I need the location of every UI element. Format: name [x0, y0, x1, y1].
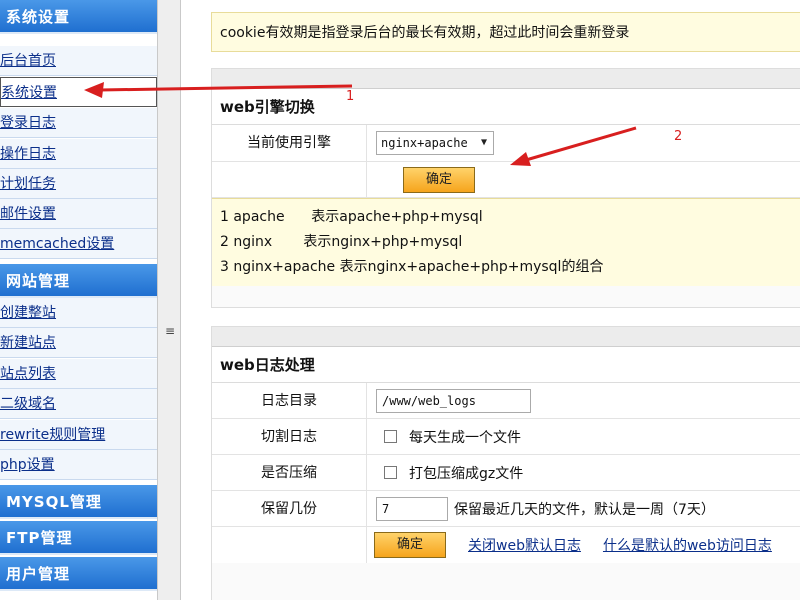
engine-value-cell: nginx+apache ▼: [372, 125, 494, 161]
log-compress-row: 是否压缩 打包压缩成gz文件: [212, 455, 800, 491]
log-split-row: 切割日志 每天生成一个文件: [212, 419, 800, 455]
panel-band: [212, 69, 800, 89]
log-compress-label: 是否压缩: [212, 455, 367, 490]
log-dir-cell: /www/web_logs: [372, 383, 531, 418]
log-dir-row: 日志目录 /www/web_logs: [212, 383, 800, 419]
section-header-mysql[interactable]: MYSQL管理: [0, 485, 157, 519]
sidebar-item-login-log[interactable]: 登录日志: [0, 108, 157, 138]
compress-option-label: 打包压缩成gz文件: [409, 465, 524, 482]
split-option-label: 每天生成一个文件: [409, 429, 521, 446]
empty-label-cell: [212, 162, 367, 197]
sidebar-item-php[interactable]: php设置: [0, 450, 157, 480]
what-is-default-log-link[interactable]: 什么是默认的web访问日志: [603, 535, 772, 555]
log-keep-row: 保留几份 7 保留最近几天的文件，默认是一周（7天）: [212, 491, 800, 527]
engine-panel-title: web引擎切换: [212, 89, 800, 125]
log-panel: web日志处理 日志目录 /www/web_logs 切割日志 每天生成一个文件…: [211, 326, 800, 600]
sidebar-item-cron[interactable]: 计划任务: [0, 169, 157, 199]
sidebar-item-subdomain[interactable]: 二级域名: [0, 389, 157, 419]
engine-row: 当前使用引擎 nginx+apache ▼: [212, 125, 800, 162]
engine-confirm-cell: 确定: [403, 162, 476, 197]
splitter-grip-icon[interactable]: ≡: [165, 324, 175, 338]
log-actions-cell: 确定 关闭web默认日志 什么是默认的web访问日志: [372, 527, 772, 563]
sidebar-item-new-site[interactable]: 新建站点: [0, 328, 157, 358]
log-split-label: 切割日志: [212, 419, 367, 454]
engine-label: 当前使用引擎: [212, 125, 367, 161]
section-header-users[interactable]: 用户管理: [0, 557, 157, 591]
keep-count-input[interactable]: 7: [376, 496, 448, 521]
section-header-ftp[interactable]: FTP管理: [0, 521, 157, 555]
sidebar-item-operation-log[interactable]: 操作日志: [0, 139, 157, 169]
engine-info-line: 2 nginx 表示nginx+php+mysql: [220, 234, 463, 250]
engine-info-line: 1 apache 表示apache+php+mysql: [220, 209, 483, 225]
close-default-log-link[interactable]: 关闭web默认日志: [468, 535, 581, 555]
sidebar-item-create-site[interactable]: 创建整站: [0, 298, 157, 328]
log-keep-cell: 7 保留最近几天的文件，默认是一周（7天）: [372, 491, 715, 526]
log-keep-label: 保留几份: [212, 491, 367, 526]
empty-label-cell: [212, 527, 367, 563]
engine-select-value: nginx+apache: [381, 136, 468, 150]
sidebar-item-memcached[interactable]: memcached设置: [0, 229, 157, 259]
section-header-system[interactable]: 系统设置: [0, 0, 157, 34]
sidebar: 系统设置 后台首页 系统设置 登录日志 操作日志 计划任务 邮件设置 memca…: [0, 0, 157, 600]
split-checkbox[interactable]: [384, 430, 397, 443]
chevron-down-icon: ▼: [480, 137, 487, 148]
sidebar-item-system-settings[interactable]: 系统设置: [0, 77, 157, 107]
compress-checkbox[interactable]: [384, 466, 397, 479]
engine-select[interactable]: nginx+apache ▼: [376, 131, 494, 155]
cookie-note: cookie有效期是指登录后台的最长有效期，超过此时间会重新登录: [211, 12, 800, 52]
log-actions-row: 确定 关闭web默认日志 什么是默认的web访问日志: [212, 527, 800, 563]
sidebar-item-site-list[interactable]: 站点列表: [0, 359, 157, 389]
log-dir-input[interactable]: /www/web_logs: [376, 388, 531, 413]
log-compress-cell: 打包压缩成gz文件: [372, 455, 523, 490]
sidebar-item-home[interactable]: 后台首页: [0, 46, 157, 76]
engine-confirm-button[interactable]: 确定: [403, 166, 476, 193]
sidebar-item-rewrite[interactable]: rewrite规则管理: [0, 420, 157, 450]
log-dir-label: 日志目录: [212, 383, 367, 418]
sidebar-item-mail[interactable]: 邮件设置: [0, 199, 157, 229]
section-header-site[interactable]: 网站管理: [0, 264, 157, 298]
log-panel-title: web日志处理: [212, 347, 800, 383]
panel-band: [212, 327, 800, 347]
engine-confirm-row: 确定: [212, 162, 800, 198]
engine-info-line: 3 nginx+apache 表示nginx+apache+php+mysql的…: [220, 259, 604, 275]
log-confirm-button[interactable]: 确定: [374, 532, 447, 558]
frame-splitter[interactable]: ≡: [157, 0, 181, 600]
keep-hint: 保留最近几天的文件，默认是一周（7天）: [454, 501, 715, 518]
engine-info-box: 1 apache 表示apache+php+mysql 2 nginx 表示ng…: [212, 198, 800, 286]
engine-panel: web引擎切换 当前使用引擎 nginx+apache ▼ 确定 1 apach…: [211, 68, 800, 308]
main-content: cookie有效期是指登录后台的最长有效期，超过此时间会重新登录 web引擎切换…: [181, 0, 800, 600]
log-split-cell: 每天生成一个文件: [372, 419, 521, 454]
